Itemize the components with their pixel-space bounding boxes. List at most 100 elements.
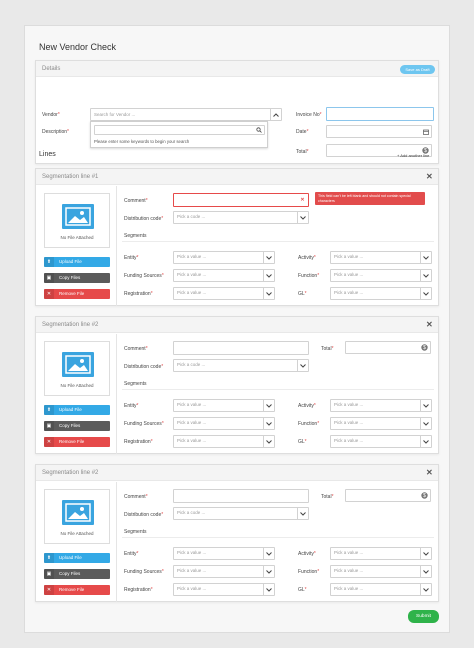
chevron-down-icon[interactable]: [263, 400, 274, 411]
upload-file-button[interactable]: ⬆ Upload File: [44, 405, 110, 415]
details-card: Details Save as Draft Vendor* Search for…: [35, 60, 439, 164]
segmentation-header: Segmentation line #1: [36, 169, 438, 185]
close-icon[interactable]: ✕: [426, 468, 433, 477]
chevron-down-icon[interactable]: [263, 418, 274, 429]
funding-select[interactable]: Pick a value ...: [173, 417, 275, 430]
segments-divider: [122, 537, 434, 538]
function-select[interactable]: Pick a value ...: [330, 417, 432, 430]
chevron-down-icon[interactable]: [420, 252, 431, 263]
activity-select[interactable]: Pick a value ...: [330, 251, 432, 264]
segmentation-card: Segmentation line #2 ✕ No File Attached ⬆ Up…: [35, 464, 439, 602]
invoice-input[interactable]: [326, 107, 434, 121]
comment-input[interactable]: [173, 489, 309, 503]
add-another-line-link[interactable]: + Add another line: [397, 153, 429, 158]
chevron-down-icon[interactable]: [420, 418, 431, 429]
total-input[interactable]: $: [345, 341, 431, 354]
chevron-down-icon[interactable]: [263, 566, 274, 577]
invoice-label: Invoice No*: [296, 112, 322, 118]
registration-select[interactable]: Pick a value ...: [173, 583, 275, 596]
lines-title: Lines: [39, 151, 56, 158]
chevron-down-icon[interactable]: [420, 270, 431, 281]
vendor-search-input[interactable]: Search for Vendor ...: [90, 108, 282, 121]
date-input[interactable]: [326, 125, 432, 138]
calendar-icon[interactable]: [420, 126, 431, 137]
funding-select[interactable]: Pick a value ...: [173, 269, 275, 282]
segmentation-title: Segmentation line #2: [42, 322, 99, 328]
remove-icon: ✕: [44, 289, 54, 299]
attachment-thumbnail: No File Attached: [44, 193, 110, 248]
total-label: Total*: [321, 346, 334, 352]
upload-file-button[interactable]: ⬆ Upload File: [44, 257, 110, 267]
comment-input[interactable]: ✕: [173, 193, 309, 207]
save-draft-button[interactable]: Save as Draft: [400, 65, 435, 74]
entity-label: Entity*: [124, 255, 139, 261]
no-file-text: No File Attached: [60, 531, 94, 536]
gl-select[interactable]: Pick a value ...: [330, 583, 432, 596]
registration-select[interactable]: Pick a value ...: [173, 435, 275, 448]
copy-icon: ▣: [44, 421, 54, 431]
dollar-icon: $: [419, 342, 430, 353]
chevron-down-icon[interactable]: [420, 436, 431, 447]
copy-files-button[interactable]: ▣ Copy Files: [44, 569, 110, 579]
segments-label: Segments: [124, 233, 147, 239]
segmentation-header: Segmentation line #2: [36, 317, 438, 333]
remove-icon: ✕: [44, 585, 54, 595]
total-input[interactable]: $: [345, 489, 431, 502]
chevron-down-icon[interactable]: [263, 270, 274, 281]
upload-icon: ⬆: [44, 553, 54, 563]
distribution-label: Distribution code*: [124, 364, 164, 370]
chevron-down-icon[interactable]: [297, 508, 308, 519]
registration-select[interactable]: Pick a value ...: [173, 287, 275, 300]
distribution-select[interactable]: Pick a code ...: [173, 211, 309, 224]
entity-select[interactable]: Pick a value ...: [173, 251, 275, 264]
remove-file-button[interactable]: ✕ Remove File: [44, 289, 110, 299]
activity-select[interactable]: Pick a value ...: [330, 399, 432, 412]
segments-label: Segments: [124, 381, 147, 387]
funding-select[interactable]: Pick a value ...: [173, 565, 275, 578]
copy-files-button[interactable]: ▣ Copy Files: [44, 421, 110, 431]
comment-input[interactable]: [173, 341, 309, 355]
activity-label: Activity*: [298, 551, 316, 557]
segments-label: Segments: [124, 529, 147, 535]
details-title: Details: [42, 66, 61, 72]
upload-icon: ⬆: [44, 257, 54, 267]
entity-select[interactable]: Pick a value ...: [173, 547, 275, 560]
search-icon[interactable]: [253, 126, 264, 134]
chevron-down-icon[interactable]: [420, 548, 431, 559]
chevron-down-icon[interactable]: [263, 252, 274, 263]
gl-label: GL*: [298, 291, 307, 297]
chevron-down-icon[interactable]: [297, 212, 308, 223]
copy-files-button[interactable]: ▣ Copy Files: [44, 273, 110, 283]
upload-file-button[interactable]: ⬆ Upload File: [44, 553, 110, 563]
chevron-down-icon[interactable]: [297, 360, 308, 371]
segmentation-header: Segmentation line #2: [36, 465, 438, 481]
close-icon[interactable]: ✕: [426, 172, 433, 181]
close-icon[interactable]: ✕: [426, 320, 433, 329]
chevron-down-icon[interactable]: [263, 584, 274, 595]
function-label: Function*: [298, 421, 320, 427]
remove-file-button[interactable]: ✕ Remove File: [44, 585, 110, 595]
registration-label: Registration*: [124, 291, 153, 297]
chevron-down-icon[interactable]: [263, 436, 274, 447]
gl-select[interactable]: Pick a value ...: [330, 435, 432, 448]
chevron-down-icon[interactable]: [420, 566, 431, 577]
function-select[interactable]: Pick a value ...: [330, 269, 432, 282]
comment-label: Comment*: [124, 198, 148, 204]
remove-file-button[interactable]: ✕ Remove File: [44, 437, 110, 447]
gl-select[interactable]: Pick a value ...: [330, 287, 432, 300]
submit-button[interactable]: Submit: [408, 610, 439, 623]
entity-select[interactable]: Pick a value ...: [173, 399, 275, 412]
function-select[interactable]: Pick a value ...: [330, 565, 432, 578]
activity-select[interactable]: Pick a value ...: [330, 547, 432, 560]
error-tooltip: This field can't be left blank and shoul…: [315, 192, 425, 205]
distribution-select[interactable]: Pick a code ...: [173, 359, 309, 372]
no-file-text: No File Attached: [60, 235, 94, 240]
chevron-down-icon[interactable]: [420, 288, 431, 299]
chevron-down-icon[interactable]: [263, 288, 274, 299]
chevron-up-icon[interactable]: [270, 109, 281, 120]
vendor-search-field[interactable]: [94, 125, 265, 135]
chevron-down-icon[interactable]: [420, 584, 431, 595]
chevron-down-icon[interactable]: [420, 400, 431, 411]
distribution-select[interactable]: Pick a code ...: [173, 507, 309, 520]
chevron-down-icon[interactable]: [263, 548, 274, 559]
